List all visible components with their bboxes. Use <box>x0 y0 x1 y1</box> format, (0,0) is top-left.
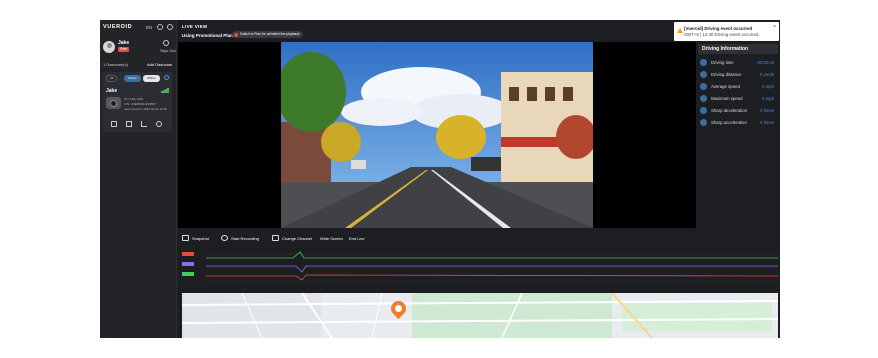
snapshot-icon[interactable] <box>182 235 189 241</box>
g-sensor-graph <box>182 251 779 283</box>
record-icon[interactable] <box>221 235 228 241</box>
event-notification[interactable]: [Vueroid] Driving event occurred GMT+9 |… <box>674 22 779 41</box>
signout-icon[interactable] <box>163 40 169 46</box>
driving-time-value: 00:00:04 <box>757 60 774 65</box>
signal-icon <box>161 88 169 93</box>
chart-icon[interactable] <box>141 121 147 127</box>
dashcam-actions <box>111 121 165 129</box>
language-toggle[interactable]: EN <box>146 25 152 30</box>
refresh-icon[interactable] <box>164 75 169 80</box>
driving-time-label: Driving time <box>711 60 734 65</box>
camera-icon[interactable] <box>111 121 117 127</box>
driving-time-row: Driving time 00:00:04 <box>700 59 778 67</box>
device-model: S1 | LTE, FHD <box>124 97 144 101</box>
sharp-acceleration-label: Sharp acceleration <box>711 120 747 125</box>
notification-title: [Vueroid] Driving event occurred <box>684 26 753 31</box>
device-last-connect: Last Connect: 2024-01-01 10:00 <box>124 107 168 111</box>
change-channel-icon[interactable] <box>272 235 279 241</box>
average-speed-row: Average speed 0 mph <box>700 83 778 91</box>
change-channel-button[interactable]: Change Channel <box>282 236 312 241</box>
clock-icon <box>700 59 707 66</box>
close-icon[interactable]: × <box>773 24 776 30</box>
settings-icon[interactable] <box>167 24 173 30</box>
maximum-speed-value: 0 mph <box>762 96 774 101</box>
max-speed-icon <box>700 95 707 102</box>
sharp-deceleration-value: 0 times <box>760 108 774 113</box>
graph-line-z <box>206 251 778 259</box>
graph-legend-z <box>182 272 194 276</box>
device-serial: S/N: VUEROID1234567 <box>124 102 157 106</box>
driving-distance-row: Driving distance 0 yards <box>700 71 778 79</box>
sharp-deceleration-label: Sharp deceleration <box>711 108 748 113</box>
sharp-acceleration-value: 0 times <box>760 120 774 125</box>
wide-screen-button[interactable]: Wide Screen <box>320 236 343 241</box>
acceleration-icon <box>700 119 707 126</box>
distance-icon <box>700 71 707 78</box>
chip-online[interactable]: Online <box>124 75 141 82</box>
folder-icon[interactable] <box>126 121 132 127</box>
promo-text: Using Promotional Plan <box>182 33 233 38</box>
sharp-deceleration-row: Sharp deceleration 0 times <box>700 107 778 115</box>
snapshot-button[interactable]: Snapshot <box>192 236 209 241</box>
dashcam-count: 1 Dashcam(s) <box>103 62 128 67</box>
warning-icon <box>677 28 683 33</box>
driving-info-panel: Driving Information Driving time 00:00:0… <box>696 42 780 228</box>
chip-offline[interactable]: Offline <box>143 75 160 82</box>
speed-icon <box>700 83 707 90</box>
promo-pill[interactable]: Switch to Plan for unlimited live playba… <box>232 31 303 38</box>
average-speed-value: 0 mph <box>762 84 774 89</box>
average-speed-label: Average speed <box>711 84 740 89</box>
deceleration-icon <box>700 107 707 114</box>
brand-logo: VUEROID <box>103 24 133 30</box>
live-video-frame <box>281 42 593 228</box>
dashcam-name: Jake <box>106 88 118 94</box>
driving-distance-label: Driving distance <box>711 72 742 77</box>
graph-line-y <box>206 265 778 273</box>
signout-button[interactable]: Sign Out <box>160 48 176 53</box>
driving-distance-value: 0 yards <box>759 72 774 77</box>
end-live-button[interactable]: End Live <box>349 236 365 241</box>
start-recording-button[interactable]: Start Recording <box>231 236 259 241</box>
main-area: LIVE VIEW Using Promotional Plan Switch … <box>178 20 780 338</box>
dashcam-card[interactable]: All Online Offline Jake S1 | LTE, FHD S/… <box>103 72 172 132</box>
maximum-speed-label: Maximum speed <box>711 96 743 101</box>
maximum-speed-row: Maximum speed 0 mph <box>700 95 778 103</box>
plan-badge: Free <box>118 47 130 52</box>
gear-icon[interactable] <box>156 121 162 127</box>
sidebar: VUEROID EN Jake Free Sign Out 1 Dashcam(… <box>100 20 177 338</box>
notification-body: GMT+9 | 14:30 Driving event occurred. <box>684 32 760 37</box>
app-window: VUEROID EN Jake Free Sign Out 1 Dashcam(… <box>100 20 780 338</box>
add-dashcam-button[interactable]: Add Dashcam <box>147 62 172 67</box>
bell-icon[interactable] <box>157 24 163 30</box>
user-name: Jake <box>118 40 130 46</box>
avatar <box>103 41 115 53</box>
graph-legend-y <box>182 262 194 266</box>
graph-line-x <box>206 274 779 281</box>
sharp-acceleration-row: Sharp acceleration 0 times <box>700 119 778 127</box>
driving-info-title: Driving Information <box>698 44 778 54</box>
dashcam-image <box>106 97 121 109</box>
map-view[interactable] <box>182 293 778 338</box>
page-title: LIVE VIEW <box>182 24 208 29</box>
chip-all[interactable]: All <box>106 75 118 82</box>
graph-legend-x <box>182 252 194 256</box>
